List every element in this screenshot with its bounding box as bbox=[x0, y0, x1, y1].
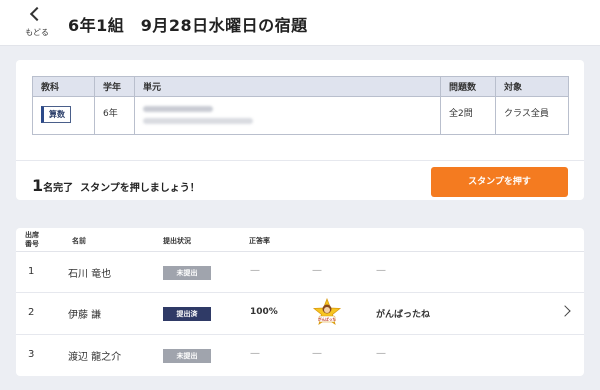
student-number: 1 bbox=[28, 266, 35, 277]
comment-value: — bbox=[376, 265, 386, 276]
blurred-text bbox=[143, 118, 253, 124]
student-name: 石川 竜也 bbox=[68, 269, 112, 280]
student-name: 渡辺 龍之介 bbox=[68, 352, 122, 363]
student-row[interactable]: 1 石川 竜也 未提出 — — — bbox=[16, 252, 584, 293]
question-count-cell: 全2問 bbox=[440, 96, 496, 135]
assignment-card: 教科 学年 単元 問題数 対象 算数 6年 全2問 クラス全員 1名完了 スタン… bbox=[16, 60, 584, 200]
col-status: 提出状況 bbox=[163, 237, 191, 245]
target-cell: クラス全員 bbox=[495, 96, 569, 135]
assignment-table-header: 教科 学年 単元 問題数 対象 bbox=[32, 76, 569, 97]
col-target: 対象 bbox=[495, 76, 569, 97]
col-unit: 単元 bbox=[134, 76, 441, 97]
score-value: — bbox=[250, 348, 260, 359]
col-question-count: 問題数 bbox=[440, 76, 496, 97]
col-subject: 教科 bbox=[32, 76, 95, 97]
grade-cell: 6年 bbox=[94, 96, 135, 135]
status-badge: 未提出 bbox=[163, 349, 211, 363]
back-button[interactable]: もどる bbox=[20, 6, 54, 40]
status-badge: 未提出 bbox=[163, 266, 211, 280]
comment-value: がんばったね bbox=[376, 310, 431, 320]
student-row[interactable]: 2 伊藤 謙 提出済 100% がんばった がんばったね bbox=[16, 293, 584, 335]
score-value: — bbox=[250, 265, 260, 276]
student-row[interactable]: 3 渡辺 龍之介 未提出 — — — bbox=[16, 335, 584, 376]
unit-cell-blurred bbox=[134, 96, 441, 135]
chevron-right-icon bbox=[559, 305, 571, 317]
stamp-sticker-icon: がんばった bbox=[312, 298, 342, 325]
student-list-card: 出席番号 名前 提出状況 正答率 1 石川 竜也 未提出 — — — 2 伊藤 … bbox=[16, 228, 584, 376]
student-number: 2 bbox=[28, 307, 35, 318]
col-number: 出席番号 bbox=[25, 231, 39, 248]
comment-value: — bbox=[376, 348, 386, 359]
completion-summary: 1名完了 スタンプを押しましょう！ bbox=[32, 176, 200, 195]
sticker-text: がんばった bbox=[318, 317, 336, 322]
subject-cell: 算数 bbox=[32, 96, 95, 135]
chevron-left-icon bbox=[29, 6, 45, 22]
completed-suffix: 名完了 bbox=[43, 183, 74, 194]
score-value: 100% bbox=[250, 307, 278, 317]
assignment-table: 教科 学年 単元 問題数 対象 算数 6年 全2問 クラス全員 bbox=[32, 76, 569, 135]
status-badge: 提出済 bbox=[163, 307, 211, 321]
col-score: 正答率 bbox=[249, 237, 270, 245]
stamp-button[interactable]: スタンプを押す bbox=[431, 167, 568, 197]
list-header: 出席番号 名前 提出状況 正答率 bbox=[16, 228, 584, 252]
completed-count: 1 bbox=[32, 176, 44, 195]
col-name: 名前 bbox=[72, 237, 86, 245]
student-number: 3 bbox=[28, 349, 35, 360]
stamp-prompt: スタンプを押しましょう！ bbox=[80, 183, 200, 194]
blurred-text bbox=[143, 106, 213, 112]
back-label: もどる bbox=[25, 28, 49, 37]
divider bbox=[16, 160, 584, 161]
col-grade: 学年 bbox=[94, 76, 135, 97]
student-name: 伊藤 謙 bbox=[68, 310, 102, 321]
assignment-table-row: 算数 6年 全2問 クラス全員 bbox=[32, 96, 569, 135]
page-title: 6年1組 9月28日水曜日の宿題 bbox=[68, 16, 308, 35]
stamp-value: — bbox=[312, 265, 322, 276]
subject-badge: 算数 bbox=[41, 106, 71, 123]
stamp-value: — bbox=[312, 348, 322, 359]
top-bar: もどる 6年1組 9月28日水曜日の宿題 bbox=[0, 0, 600, 46]
